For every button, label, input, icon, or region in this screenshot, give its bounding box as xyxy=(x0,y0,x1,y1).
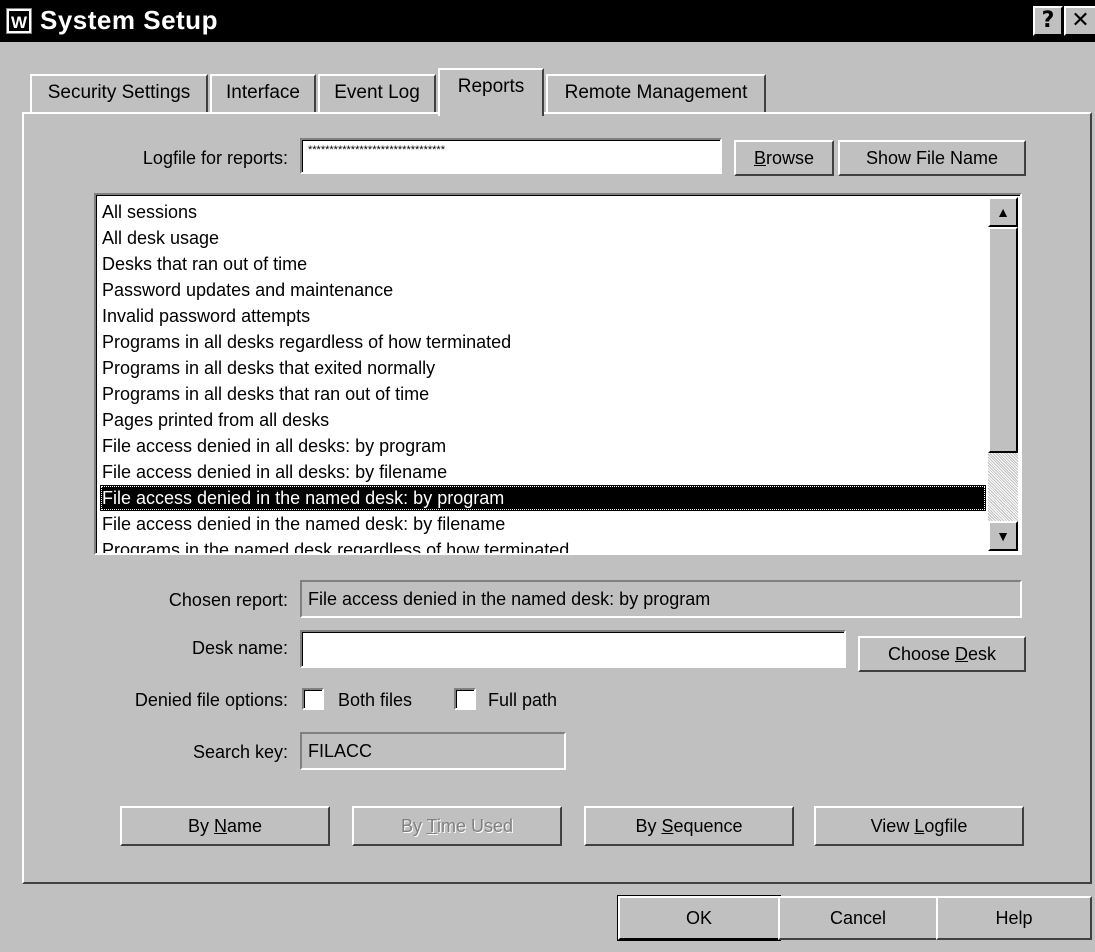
browse-button[interactable]: Browse xyxy=(734,140,834,176)
chosen-report-value: File access denied in the named desk: by… xyxy=(308,589,711,609)
choose-desk-mnemonic: D xyxy=(955,644,969,664)
by-time-used-button[interactable]: By Time Used xyxy=(352,806,562,846)
chosen-report-field: File access denied in the named desk: by… xyxy=(300,580,1022,618)
report-list-item[interactable]: Programs in all desks that ran out of ti… xyxy=(100,381,986,407)
report-list-item[interactable]: File access denied in all desks: by file… xyxy=(100,459,986,485)
by-time-mnemonic: T xyxy=(426,816,437,836)
denied-options-label: Denied file options: xyxy=(134,690,288,710)
desk-name-input[interactable] xyxy=(300,630,846,668)
search-key-field: FILACC xyxy=(300,732,566,770)
report-list-item[interactable]: Invalid password attempts xyxy=(100,303,986,329)
reports-list: All sessions All desk usage Desks that ran… xyxy=(100,199,986,553)
report-list-item[interactable]: Password updates and maintenance xyxy=(100,277,986,303)
report-list-item[interactable]: Programs in all desks regardless of how … xyxy=(100,329,986,355)
search-key-value: FILACC xyxy=(308,741,373,761)
reports-scrollbar[interactable]: ▲ ▼ xyxy=(988,197,1018,551)
report-list-item[interactable]: Programs in the named desk regardless of… xyxy=(100,537,986,553)
by-sequence-button[interactable]: By Sequence xyxy=(584,806,794,846)
scroll-thumb[interactable] xyxy=(988,227,1018,453)
report-list-item[interactable]: All sessions xyxy=(100,199,986,225)
cancel-button[interactable]: Cancel xyxy=(778,896,938,940)
scroll-down-icon: ▼ xyxy=(996,528,1010,544)
both-files-label[interactable]: Both files xyxy=(338,690,412,711)
full-path-checkbox[interactable] xyxy=(454,688,476,710)
full-path-label[interactable]: Full path xyxy=(488,690,557,711)
logfile-input[interactable]: ******************************** xyxy=(300,138,722,174)
reports-listbox[interactable]: All sessions All desk usage Desks that ran… xyxy=(94,193,1022,555)
report-list-item[interactable]: File access denied in all desks: by prog… xyxy=(100,433,986,459)
help-button[interactable]: Help xyxy=(936,896,1092,940)
desk-name-label: Desk name: xyxy=(191,638,288,658)
scroll-up-button[interactable]: ▲ xyxy=(988,197,1018,227)
by-name-mnemonic: N xyxy=(214,816,227,836)
chosen-report-label: Chosen report: xyxy=(168,590,288,610)
show-file-name-button[interactable]: Show File Name xyxy=(838,140,1026,176)
report-list-item[interactable]: File access denied in the named desk: by… xyxy=(100,485,986,511)
report-list-item[interactable]: Programs in all desks that exited normal… xyxy=(100,355,986,381)
both-files-checkbox[interactable] xyxy=(302,688,324,710)
search-key-label: Search key: xyxy=(192,742,288,762)
report-list-item[interactable]: Pages printed from all desks xyxy=(100,407,986,433)
view-logfile-mnemonic: L xyxy=(914,816,925,836)
scroll-down-button[interactable]: ▼ xyxy=(988,521,1018,551)
ok-button[interactable]: OK xyxy=(617,895,781,941)
view-logfile-button[interactable]: View Logfile xyxy=(814,806,1024,846)
choose-desk-button[interactable]: Choose Desk xyxy=(858,636,1026,672)
by-name-button[interactable]: By Name xyxy=(120,806,330,846)
logfile-label: Logfile for reports: xyxy=(142,148,288,168)
by-sequence-mnemonic: S xyxy=(661,816,674,836)
scroll-up-icon: ▲ xyxy=(996,204,1010,220)
report-list-item[interactable]: File access denied in the named desk: by… xyxy=(100,511,986,537)
logfile-value: ******************************** xyxy=(308,144,445,156)
report-list-item[interactable]: Desks that ran out of time xyxy=(100,251,986,277)
browse-mnemonic: B xyxy=(753,148,766,168)
report-list-item[interactable]: All desk usage xyxy=(100,225,986,251)
